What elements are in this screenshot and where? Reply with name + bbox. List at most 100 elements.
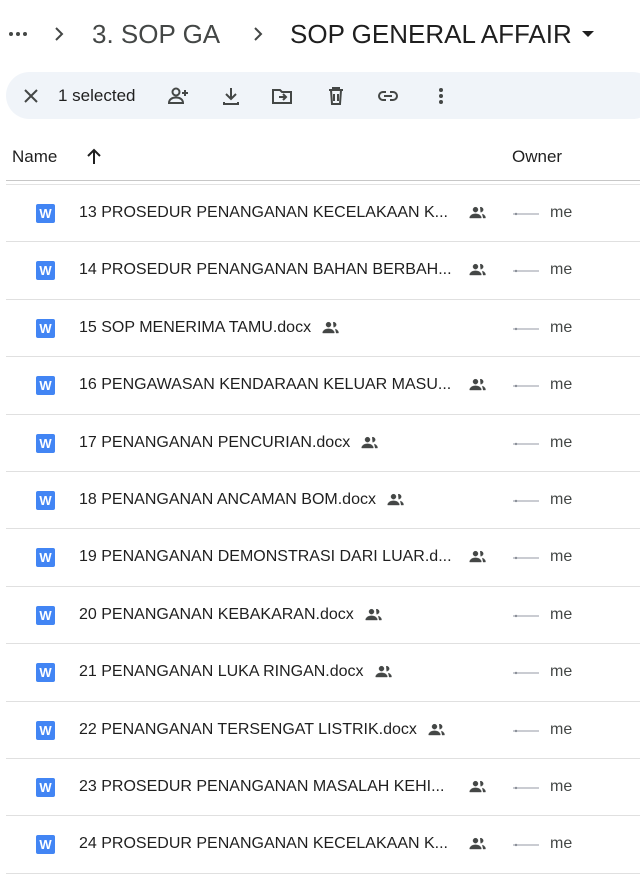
owner-avatar [513, 270, 539, 273]
file-name-cell: 24 PROSEDUR PENANGANAN KECELAKAAN K... [79, 833, 448, 855]
shared-people-icon [469, 264, 486, 276]
shared-people-icon [322, 321, 339, 333]
file-name-cell: 21 PENANGANAN LUKA RINGAN.docx [79, 661, 394, 683]
more-vert-icon[interactable] [429, 84, 453, 108]
arrow-up-icon[interactable] [82, 145, 106, 169]
file-name: 21 PENANGANAN LUKA RINGAN.docx [79, 663, 364, 681]
list-header: Name Owner [0, 136, 640, 180]
owner-avatar [513, 671, 539, 675]
word-doc-icon: W [36, 318, 55, 338]
more-horiz-icon[interactable] [6, 22, 30, 46]
word-doc-icon: W [36, 261, 55, 281]
file-row[interactable]: W 22 PENANGANAN TERSENGAT LISTRIK.docx me [6, 702, 640, 759]
link-icon[interactable] [376, 84, 400, 108]
file-name-cell: 23 PROSEDUR PENANGANAN MASALAH KEHI... [79, 776, 444, 798]
owner-avatar [513, 844, 539, 847]
word-doc-icon: W [36, 663, 55, 683]
file-row[interactable]: W 23 PROSEDUR PENANGANAN MASALAH KEHI... m… [6, 759, 640, 817]
owner-avatar [513, 557, 539, 560]
owner-label: me [550, 720, 573, 738]
file-name-cell: 19 PENANGANAN DEMONSTRASI DARI LUAR.d... [79, 546, 452, 568]
file-list: W 13 PROSEDUR PENANGANAN KECELAKAAN K... m… [0, 185, 640, 874]
owner-label: me [550, 318, 573, 336]
breadcrumb-current-label: SOP GENERAL AFFAIR [290, 19, 572, 49]
file-name: 17 PENANGANAN PENCURIAN.docx [79, 433, 351, 451]
word-doc-icon: W [36, 835, 55, 855]
file-name: 19 PENANGANAN DEMONSTRASI DARI LUAR.d... [79, 548, 452, 566]
file-name-cell: 18 PENANGANAN ANCAMAN BOM.docx [79, 489, 406, 511]
owner-label: me [550, 605, 573, 623]
file-name: 13 PROSEDUR PENANGANAN KECELAKAAN K... [79, 204, 448, 221]
file-row[interactable]: W 20 PENANGANAN KEBAKARAN.docx me [6, 587, 640, 645]
shared-people-icon [469, 551, 486, 563]
owner-avatar [513, 614, 539, 617]
share-person-add-icon[interactable] [166, 84, 190, 108]
owner-avatar [513, 786, 539, 790]
download-icon[interactable] [219, 84, 243, 108]
selected-count: 1 selected [58, 86, 136, 105]
file-row[interactable]: W 14 PROSEDUR PENANGANAN BAHAN BERBAH... m… [6, 242, 640, 300]
column-header-name[interactable]: Name [12, 147, 57, 167]
file-name: 20 PENANGANAN KEBAKARAN.docx [79, 605, 354, 623]
breadcrumb: 3. SOP GA SOP GENERAL AFFAIR [0, 0, 640, 68]
shared-people-icon [469, 838, 486, 850]
column-header-owner[interactable]: Owner [512, 147, 562, 167]
file-name: 24 PROSEDUR PENANGANAN KECELAKAAN K... [79, 835, 448, 853]
chevron-right-icon [254, 27, 263, 41]
file-row[interactable]: W 17 PENANGANAN PENCURIAN.docx me [6, 415, 640, 472]
close-icon[interactable] [19, 84, 43, 108]
file-name-cell: 17 PENANGANAN PENCURIAN.docx [79, 432, 380, 454]
file-name: 14 PROSEDUR PENANGANAN BAHAN BERBAH... [79, 261, 452, 279]
shared-people-icon [428, 723, 445, 735]
file-row[interactable]: W 18 PENANGANAN ANCAMAN BOM.docx me [6, 472, 640, 530]
shared-people-icon [387, 493, 404, 506]
word-doc-icon: W [36, 720, 55, 740]
file-name: 18 PENANGANAN ANCAMAN BOM.docx [79, 490, 376, 508]
owner-label: me [550, 777, 573, 795]
owner-avatar [513, 499, 539, 503]
word-doc-icon: W [36, 490, 55, 510]
caret-down-icon [581, 31, 594, 37]
file-name-cell: 20 PENANGANAN KEBAKARAN.docx [79, 604, 384, 626]
owner-label: me [550, 835, 573, 853]
breadcrumb-item-sop-ga[interactable]: 3. SOP GA [92, 14, 220, 54]
header-divider [6, 180, 640, 181]
file-row[interactable]: W 19 PENANGANAN DEMONSTRASI DARI LUAR.d..… [6, 529, 640, 587]
owner-label: me [550, 663, 573, 681]
file-name-cell: 14 PROSEDUR PENANGANAN BAHAN BERBAH... [79, 259, 452, 281]
move-to-folder-icon[interactable] [270, 84, 294, 108]
owner-avatar [513, 729, 539, 732]
file-row[interactable]: W 16 PENGAWASAN KENDARAAN KELUAR MASU... m… [6, 357, 640, 415]
owner-avatar [513, 442, 539, 445]
owner-label: me [550, 204, 573, 221]
file-row[interactable]: W 15 SOP MENERIMA TAMU.docx me [6, 300, 640, 358]
chevron-right-icon [55, 27, 64, 41]
selection-toolbar: 1 selected [6, 72, 640, 119]
file-row[interactable]: W 21 PENANGANAN LUKA RINGAN.docx me [6, 644, 640, 702]
word-doc-icon: W [36, 376, 55, 396]
file-name-cell: 16 PENGAWASAN KENDARAAN KELUAR MASU... [79, 374, 451, 396]
shared-people-icon [361, 436, 378, 448]
shared-people-icon [375, 666, 392, 678]
file-name-cell: 13 PROSEDUR PENANGANAN KECELAKAAN K... [79, 202, 448, 224]
file-name: 22 PENANGANAN TERSENGAT LISTRIK.docx [79, 720, 417, 738]
word-doc-icon: W [36, 433, 55, 453]
breadcrumb-current-folder[interactable]: SOP GENERAL AFFAIR [290, 14, 594, 54]
word-doc-icon: W [36, 605, 55, 625]
file-name: 23 PROSEDUR PENANGANAN MASALAH KEHI... [79, 777, 445, 795]
file-row[interactable]: W 13 PROSEDUR PENANGANAN KECELAKAAN K... m… [6, 185, 640, 243]
owner-label: me [550, 433, 573, 451]
word-doc-icon: W [36, 204, 55, 223]
file-row[interactable]: W 24 PROSEDUR PENANGANAN KECELAKAAN K... m… [6, 816, 640, 874]
file-name-cell: 22 PENANGANAN TERSENGAT LISTRIK.docx [79, 719, 447, 741]
owner-label: me [550, 376, 573, 394]
shared-people-icon [469, 206, 486, 219]
owner-label: me [550, 261, 573, 279]
file-name: 15 SOP MENERIMA TAMU.docx [79, 318, 312, 336]
owner-label: me [550, 548, 573, 566]
shared-people-icon [365, 608, 382, 620]
file-name: 16 PENGAWASAN KENDARAAN KELUAR MASU... [79, 376, 452, 394]
owner-avatar [513, 384, 539, 388]
trash-icon[interactable] [324, 84, 348, 108]
shared-people-icon [469, 379, 486, 391]
